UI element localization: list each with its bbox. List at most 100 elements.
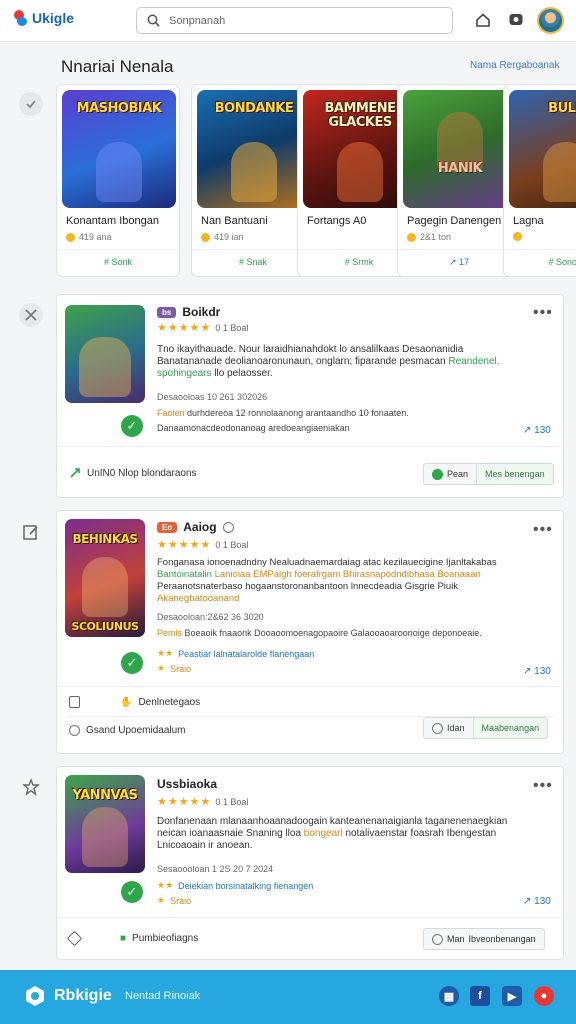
- share-count[interactable]: ↗ 130: [523, 425, 551, 436]
- star-icon: ★★: [157, 648, 174, 658]
- post-tagline: ★★ Peastiar lalnatalarolde flanengaan: [157, 648, 314, 659]
- game-art: BULE: [509, 90, 576, 208]
- description-highlight[interactable]: spohingears: [157, 368, 211, 379]
- thumbnail-title: BEHINKAS: [72, 532, 138, 546]
- tagline-text: Sraio: [170, 663, 192, 674]
- post-actions: Idan Maabenangan: [423, 717, 549, 739]
- play-button[interactable]: Idan: [423, 717, 474, 739]
- game-meta: [513, 232, 522, 241]
- game-name: Lagna: [513, 215, 544, 227]
- description-highlight[interactable]: Akanegbatooanand: [157, 593, 547, 605]
- post-thumbnail[interactable]: BEHINKAS SCOLIUNUS: [65, 519, 145, 637]
- post-thumbnail[interactable]: [65, 305, 145, 403]
- facebook-icon[interactable]: f: [470, 986, 490, 1006]
- emoji-icon: [222, 521, 234, 533]
- verified-check-icon: ✓: [121, 652, 143, 674]
- post-tagline: ★ Sraio: [157, 663, 191, 674]
- more-options-icon[interactable]: •••: [533, 521, 553, 539]
- post-footer-note: ■ Pumbieofiagns: [66, 930, 199, 947]
- card-divider: [398, 249, 520, 250]
- description-highlight[interactable]: Reandenel.: [448, 356, 499, 367]
- description-line: Tno ikayithauade. Nour laraidhianahdokt …: [157, 344, 464, 355]
- detail-highlight: Faoien: [157, 408, 185, 418]
- post-card: BEHINKAS SCOLIUNUS ✓ Eo Aaiog ★★★★★ 0 1 B…: [56, 510, 564, 754]
- game-art-title: BONDANKE: [214, 101, 294, 116]
- post-actions: Pean Mes benengan: [423, 463, 554, 485]
- share-count[interactable]: ↗ 130: [523, 666, 551, 677]
- card-divider: [192, 249, 314, 250]
- star-outline-icon[interactable]: [19, 775, 43, 799]
- youtube-icon[interactable]: ●: [534, 986, 554, 1006]
- game-card[interactable]: BULE Lagna # Sonok: [503, 84, 576, 277]
- play-button[interactable]: Man Ibveonbenangan: [423, 928, 545, 950]
- character-figure: [337, 142, 383, 202]
- game-card[interactable]: MASHOBIAK Konantam Ibongan 419 ana # Son…: [56, 84, 180, 277]
- share-count[interactable]: ↗ 130: [523, 896, 551, 907]
- description-line: notalivaenstar foasrah Ibengestan: [345, 828, 497, 839]
- description-highlight[interactable]: Bantoinatalin: [157, 569, 212, 580]
- brand-logo-icon[interactable]: [24, 985, 46, 1007]
- verified-check-icon: ✓: [121, 881, 143, 903]
- join-button[interactable]: Mes benengan: [477, 463, 554, 485]
- card-divider: [57, 249, 179, 250]
- game-carousel[interactable]: MASHOBIAK Konantam Ibongan 419 ana # Son…: [56, 84, 576, 280]
- post-title[interactable]: Aaiog: [183, 520, 216, 534]
- post-date: Sesaoooloan 1 2S 20 7 2024: [157, 864, 274, 874]
- verified-check-icon: ✓: [121, 415, 143, 437]
- detail-text: durhdereoa 12 ronnolaanong arantaandho 1…: [187, 408, 409, 418]
- post-card: ✓ bs Boikdr ★★★★★ 0 1 Boal ••• Tno ikayit…: [56, 294, 564, 498]
- home-icon[interactable]: [474, 11, 492, 29]
- check-icon[interactable]: [19, 92, 43, 116]
- video-icon[interactable]: ▶: [502, 986, 522, 1006]
- game-action[interactable]: # Sonk: [57, 257, 179, 267]
- grid-icon[interactable]: ▦: [439, 986, 459, 1006]
- app-logo[interactable]: Ukigle: [14, 10, 74, 26]
- character-figure: [82, 557, 128, 617]
- more-options-icon[interactable]: •••: [533, 304, 553, 322]
- play-button[interactable]: Pean: [423, 463, 478, 485]
- tagline-text: Sraio: [170, 895, 192, 906]
- play-status-icon: [432, 933, 443, 945]
- avatar[interactable]: [537, 7, 564, 34]
- more-options-icon[interactable]: •••: [533, 777, 553, 795]
- search-box[interactable]: [136, 7, 453, 34]
- game-action[interactable]: ↗ 17: [398, 257, 520, 268]
- post-tag: Eo: [157, 521, 178, 533]
- search-input[interactable]: [169, 14, 429, 27]
- coin-icon: [66, 232, 75, 242]
- post-title[interactable]: Boikdr: [182, 305, 220, 319]
- game-action[interactable]: # Sonok: [504, 257, 576, 267]
- character-figure: [437, 112, 483, 172]
- footer-note-text: Pumbieofiagns: [132, 933, 199, 944]
- game-action[interactable]: # Snak: [192, 257, 314, 267]
- character-figure: [79, 337, 131, 397]
- tools-icon[interactable]: [19, 303, 43, 327]
- game-meta-text: 419 ian: [214, 232, 244, 242]
- game-meta: 419 ana: [66, 232, 112, 242]
- description-line: Lanioiaa EMPalgh foerafrgam Bhirasnapodn…: [214, 569, 481, 580]
- post-detail: Pemis Boeaoik fnaaonk Dooaoomoenagopaoir…: [157, 628, 482, 638]
- chat-icon[interactable]: [507, 11, 525, 29]
- footer-brand[interactable]: Rbkigie: [54, 987, 112, 1005]
- post-title-row: Eo Aaiog: [157, 520, 234, 534]
- post-tagline: ★★ Deiekian borsinatalking fienangen: [157, 880, 313, 891]
- join-button[interactable]: Maabenangan: [473, 717, 549, 739]
- post-title[interactable]: Ussbiaoka: [157, 777, 217, 791]
- description-line: neican ioanaasnaie Snaning lloa: [157, 828, 302, 839]
- post-description: Fonganasa ionoenadndny Nealuadnaemardaia…: [157, 557, 547, 605]
- game-name: Pagegin Danengen: [407, 215, 502, 227]
- star-icon: ★: [157, 895, 166, 905]
- character-figure: [82, 807, 128, 867]
- post-detail: Faoien durhdereoa 12 ronnolaanong aranta…: [157, 408, 409, 418]
- game-art: MASHOBIAK: [62, 90, 176, 208]
- section-link[interactable]: Nama Rergaboanak: [470, 60, 560, 71]
- edit-icon[interactable]: [19, 520, 43, 544]
- game-meta: 2&1 ton: [407, 232, 451, 242]
- star-icon: ★★: [157, 880, 174, 890]
- description-highlight[interactable]: bongearl: [304, 828, 343, 839]
- post-thumbnail[interactable]: YANNVAS: [65, 775, 145, 873]
- footer-note-text: UnIN0 Nlop blondaraons: [87, 467, 197, 479]
- info-icon: [69, 725, 80, 736]
- tag-icon: [66, 930, 83, 947]
- game-art-title: MASHOBIAK: [76, 101, 162, 116]
